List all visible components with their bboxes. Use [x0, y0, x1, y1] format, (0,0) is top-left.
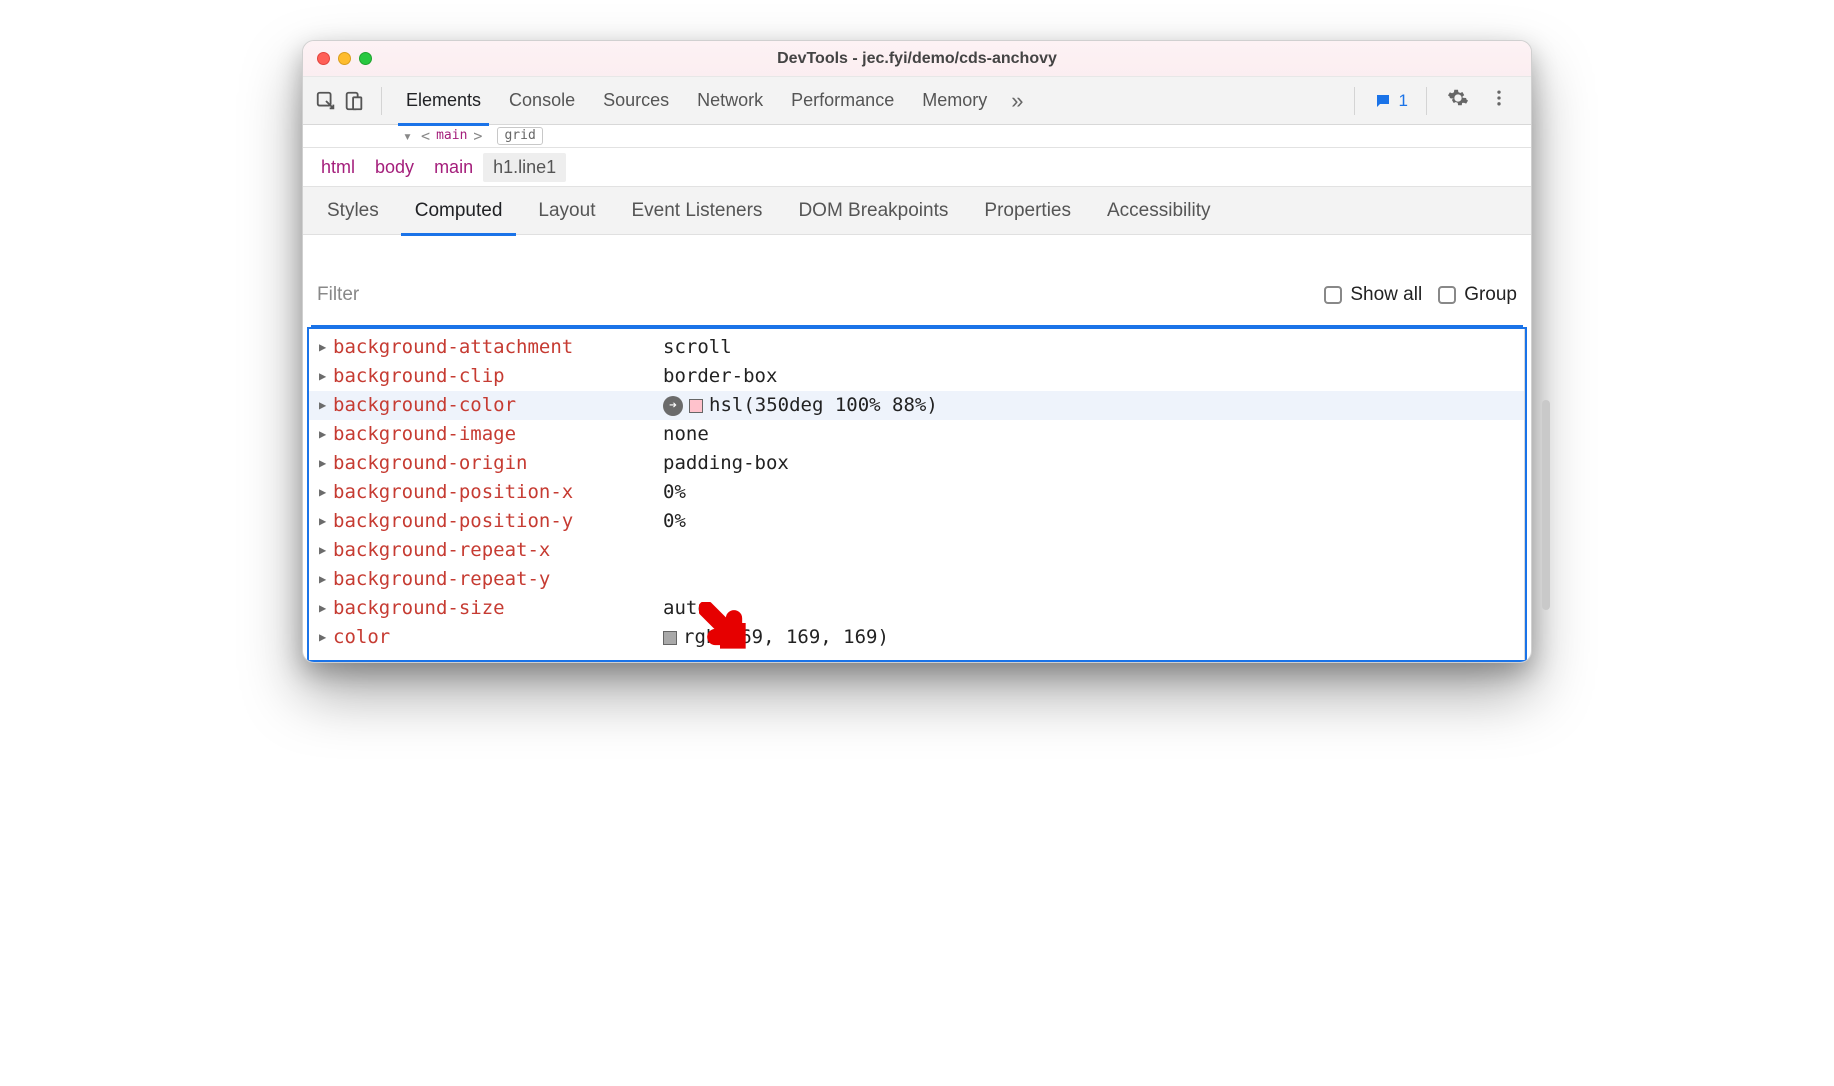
sidebar-tab-event-listeners[interactable]: Event Listeners	[613, 187, 780, 235]
checkbox-icon	[1438, 286, 1456, 304]
property-name: background-attachment	[333, 333, 663, 362]
sidebar-tab-dom-breakpoints[interactable]: DOM Breakpoints	[780, 187, 966, 235]
disclosure-triangle-icon[interactable]: ▶	[319, 623, 331, 652]
computed-property-row[interactable]: ▶background-imagenone	[309, 420, 1524, 449]
color-swatch-icon[interactable]	[663, 631, 677, 645]
computed-property-row[interactable]: ▶background-originpadding-box	[309, 449, 1524, 478]
property-name: background-image	[333, 420, 663, 449]
devtools-window: DevTools - jec.fyi/demo/cds-anchovy Elem…	[302, 40, 1532, 663]
computed-property-row[interactable]: ▶background-position-x0%	[309, 478, 1524, 507]
minimize-window-button[interactable]	[338, 52, 351, 65]
settings-gear-icon[interactable]	[1437, 87, 1479, 114]
property-name: background-position-y	[333, 507, 663, 536]
computed-property-row[interactable]: ▶background-position-y0%	[309, 507, 1524, 536]
navigate-to-source-icon[interactable]: ➔	[663, 396, 683, 416]
disclosure-triangle-icon[interactable]: ▶	[319, 478, 331, 507]
computed-property-row[interactable]: ▶background-repeat-x	[309, 536, 1524, 565]
sidebar-tab-layout[interactable]: Layout	[520, 187, 613, 235]
kebab-menu-icon[interactable]	[1479, 88, 1519, 113]
more-panels-icon[interactable]: »	[1001, 88, 1033, 114]
property-value: rgb(169, 169, 169)	[663, 623, 889, 652]
computed-property-row[interactable]: ▶background-sizeauto	[309, 594, 1524, 623]
breadcrumb-item[interactable]: main	[424, 153, 483, 182]
computed-property-row[interactable]: ▶colorrgb(169, 169, 169)	[309, 623, 1524, 652]
window-title: DevTools - jec.fyi/demo/cds-anchovy	[303, 50, 1531, 68]
property-name: background-clip	[333, 362, 663, 391]
grid-badge[interactable]: grid	[497, 127, 542, 145]
disclosure-triangle-icon[interactable]: ▶	[319, 449, 331, 478]
panel-tab-sources[interactable]: Sources	[589, 77, 683, 125]
close-window-button[interactable]	[317, 52, 330, 65]
device-toggle-icon[interactable]	[343, 90, 365, 112]
disclosure-triangle-icon[interactable]: ▶	[319, 391, 331, 420]
disclosure-triangle-icon[interactable]: ▶	[319, 565, 331, 594]
computed-property-row[interactable]: ▶background-attachmentscroll	[309, 333, 1524, 362]
property-value: 0%	[663, 507, 686, 536]
property-name: background-repeat-y	[333, 565, 663, 594]
disclosure-triangle-icon[interactable]: ▶	[319, 536, 331, 565]
separator	[381, 87, 382, 115]
property-value: hsl(350deg 100% 88%)	[689, 391, 938, 420]
panel-tab-console[interactable]: Console	[495, 77, 589, 125]
separator	[1426, 87, 1427, 115]
filter-input[interactable]	[317, 280, 1308, 310]
property-value: 0%	[663, 478, 686, 507]
panel-tab-network[interactable]: Network	[683, 77, 777, 125]
sidebar-tabs: Styles Computed Layout Event Listeners D…	[303, 187, 1531, 235]
computed-property-row[interactable]: ▶background-clipborder-box	[309, 362, 1524, 391]
property-value: auto	[663, 594, 709, 623]
panel-tab-memory[interactable]: Memory	[908, 77, 1001, 125]
filter-bar: Show all Group	[307, 263, 1527, 329]
checkbox-icon	[1324, 286, 1342, 304]
sidebar-tab-properties[interactable]: Properties	[966, 187, 1089, 235]
sidebar-tab-styles[interactable]: Styles	[309, 187, 397, 235]
panel-tab-elements[interactable]: Elements	[392, 77, 495, 125]
property-name: background-origin	[333, 449, 663, 478]
titlebar: DevTools - jec.fyi/demo/cds-anchovy	[303, 41, 1531, 77]
inspect-element-icon[interactable]	[315, 90, 337, 112]
breadcrumb-item-active[interactable]: h1.line1	[483, 153, 566, 182]
scrollbar-thumb[interactable]	[1542, 400, 1550, 610]
issues-icon	[1373, 92, 1393, 110]
issues-button[interactable]: 1	[1365, 89, 1416, 113]
computed-property-row[interactable]: ▶background-repeat-y	[309, 565, 1524, 594]
property-value: scroll	[663, 333, 732, 362]
property-value: border-box	[663, 362, 777, 391]
sidebar-tab-computed[interactable]: Computed	[397, 187, 521, 235]
property-name: background-size	[333, 594, 663, 623]
panel-tab-performance[interactable]: Performance	[777, 77, 908, 125]
property-name: background-position-x	[333, 478, 663, 507]
property-name: background-repeat-x	[333, 536, 663, 565]
maximize-window-button[interactable]	[359, 52, 372, 65]
window-controls	[317, 52, 372, 65]
show-all-checkbox[interactable]: Show all	[1324, 284, 1422, 306]
main-toolbar: Elements Console Sources Network Perform…	[303, 77, 1531, 125]
breadcrumb: html body main h1.line1	[303, 147, 1531, 187]
separator	[1354, 87, 1355, 115]
dom-tree-preview[interactable]: ▾ <main> grid	[303, 125, 1531, 147]
issues-count: 1	[1399, 91, 1408, 111]
property-name: color	[333, 623, 663, 652]
computed-properties-list: ▶background-attachmentscroll▶background-…	[309, 329, 1525, 660]
breadcrumb-item[interactable]: html	[311, 153, 365, 182]
disclosure-triangle-icon[interactable]: ▶	[319, 333, 331, 362]
disclosure-triangle-icon[interactable]: ▶	[319, 594, 331, 623]
property-value: padding-box	[663, 449, 789, 478]
disclosure-triangle-icon[interactable]: ▶	[319, 507, 331, 536]
breadcrumb-item[interactable]: body	[365, 153, 424, 182]
computed-property-row[interactable]: ▶background-color➔ hsl(350deg 100% 88%)	[309, 391, 1524, 420]
disclosure-triangle-icon[interactable]: ▶	[319, 420, 331, 449]
group-checkbox[interactable]: Group	[1438, 284, 1517, 306]
property-value: none	[663, 420, 709, 449]
sidebar-tab-accessibility[interactable]: Accessibility	[1089, 187, 1228, 235]
color-swatch-icon[interactable]	[689, 399, 703, 413]
disclosure-triangle-icon[interactable]: ▶	[319, 362, 331, 391]
property-name: background-color	[333, 391, 663, 420]
